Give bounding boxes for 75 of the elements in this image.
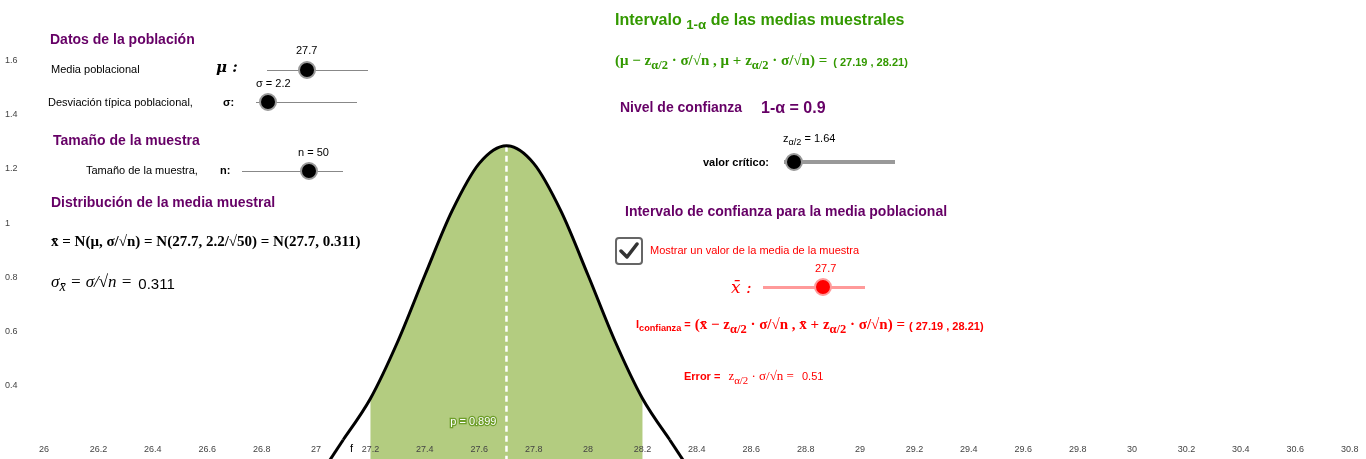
- slider-thumb[interactable]: [298, 61, 317, 79]
- section-heading: Intervalo $_{1-α}$ de las medias muestrales: [615, 10, 905, 34]
- section-heading: Tamaño de la muestra: [53, 132, 200, 149]
- slider-value: z$_{α/2}$ = 1.64: [783, 132, 836, 149]
- x-tick-label: 30.6: [1286, 444, 1305, 454]
- confidence-level: 1-α = 0.9: [761, 98, 826, 118]
- x-tick-label: 26: [39, 444, 50, 454]
- x-tick-label: 29.4: [960, 444, 978, 454]
- slider-label: Desviación típica poblacional,: [48, 96, 193, 110]
- y-tick-label: 0.4: [5, 380, 18, 391]
- y-tick-label: 1.2: [5, 163, 18, 174]
- slider-thumb[interactable]: [814, 278, 833, 296]
- std-error-value: 0.311: [138, 274, 175, 293]
- section-heading: Datos de la población: [50, 31, 195, 48]
- interval-result: ( 27.19 , 28.21): [908, 319, 984, 334]
- x-tick-label: 29: [855, 444, 866, 454]
- slider-thumb[interactable]: [785, 153, 803, 171]
- probability-label: p = 0.899: [450, 415, 497, 427]
- curve-label: f: [349, 442, 353, 454]
- x-tick-label: 26.8: [252, 444, 271, 454]
- slider-label: valor crítico:: [703, 156, 770, 170]
- x-tick-label: 27.8: [524, 444, 543, 454]
- curve-tail: [668, 438, 687, 459]
- error-label: Error =: [684, 370, 721, 384]
- x-tick-label: 30.4: [1232, 444, 1250, 454]
- curve-tail: [326, 438, 345, 459]
- section-heading: Distribución de la media muestral: [51, 194, 276, 211]
- slider-thumb[interactable]: [259, 93, 278, 111]
- interval-result: ( 27.19 , 28.21): [833, 55, 908, 70]
- x-tick-label: 27.4: [416, 444, 434, 454]
- checkbox-label: Mostrar un valor de la media de la muestra: [650, 244, 860, 258]
- x-tick-label: 26.2: [89, 444, 108, 454]
- y-tick-label: 1.6: [5, 54, 18, 65]
- x-tick-label: 30: [1127, 444, 1138, 454]
- section-heading: Intervalo de confianza para la media poblacional: [625, 203, 948, 220]
- x-tick-label: 29.2: [905, 444, 924, 454]
- slider-value: 27.7: [815, 262, 837, 276]
- distribution-formula: x̄ = N(μ, σ/√n) = N(27.7, 2.2/√50) = N(27.7, 0.311): [51, 233, 361, 250]
- interval-formula: (x̄ − z$_{α/2}$ · σ/√n , x̄ + z$_{α/2}$ · σ/√n) =: [694, 316, 905, 337]
- std-error-formula: σ$_{x̄}$ = σ/√n =: [51, 272, 133, 296]
- section-heading: Nivel de confianza: [620, 99, 743, 116]
- y-tick-label: 1: [5, 217, 10, 228]
- checkbox[interactable]: [615, 237, 643, 265]
- error-formula: z$_{α/2}$ · σ/√n =: [728, 368, 794, 386]
- x-tick-label: 29.8: [1068, 444, 1087, 454]
- x-tick-label: 30.2: [1177, 444, 1196, 454]
- slider-value: 27.7: [296, 44, 318, 58]
- slider-value: n = 50: [298, 146, 329, 160]
- x-tick-label: 27.2: [361, 444, 380, 454]
- y-tick-label: 0.6: [5, 326, 18, 337]
- x-tick-label: 28.2: [633, 444, 652, 454]
- interval-formula: (μ − z$_{α/2}$ · σ/√n , μ + z$_{α/2}$ · σ/√n) =: [615, 52, 828, 73]
- slider-thumb[interactable]: [299, 162, 318, 180]
- x-tick-label: 26.4: [144, 444, 162, 454]
- x-tick-label: 28.4: [688, 444, 706, 454]
- slider-value: σ = 2.2: [256, 77, 291, 91]
- y-tick-label: 0.8: [5, 271, 18, 282]
- x-tick-label: 29.6: [1014, 444, 1033, 454]
- error-value: 0.51: [801, 370, 824, 384]
- x-tick-label: 30.8: [1340, 444, 1359, 454]
- slider-label: Media poblacional: [51, 63, 140, 77]
- x-tick-label: 28.8: [796, 444, 815, 454]
- slider-label: Tamaño de la muestra,: [86, 164, 198, 178]
- slider-symbol: x̄ :: [731, 277, 752, 297]
- y-tick-label: 1.4: [5, 109, 18, 119]
- x-tick-label: 27: [311, 444, 322, 454]
- check-icon: [619, 242, 639, 260]
- x-tick-label: 28.6: [742, 444, 761, 454]
- x-tick-label: 27.6: [470, 444, 489, 454]
- x-tick-label: 26.6: [198, 444, 217, 454]
- interval-label: I$_{confianza}$ =: [636, 318, 691, 335]
- x-tick-label: 28: [583, 444, 594, 454]
- slider-symbol: σ:: [223, 96, 235, 110]
- slider-symbol: μ :: [216, 58, 238, 76]
- slider-symbol: n:: [220, 164, 231, 178]
